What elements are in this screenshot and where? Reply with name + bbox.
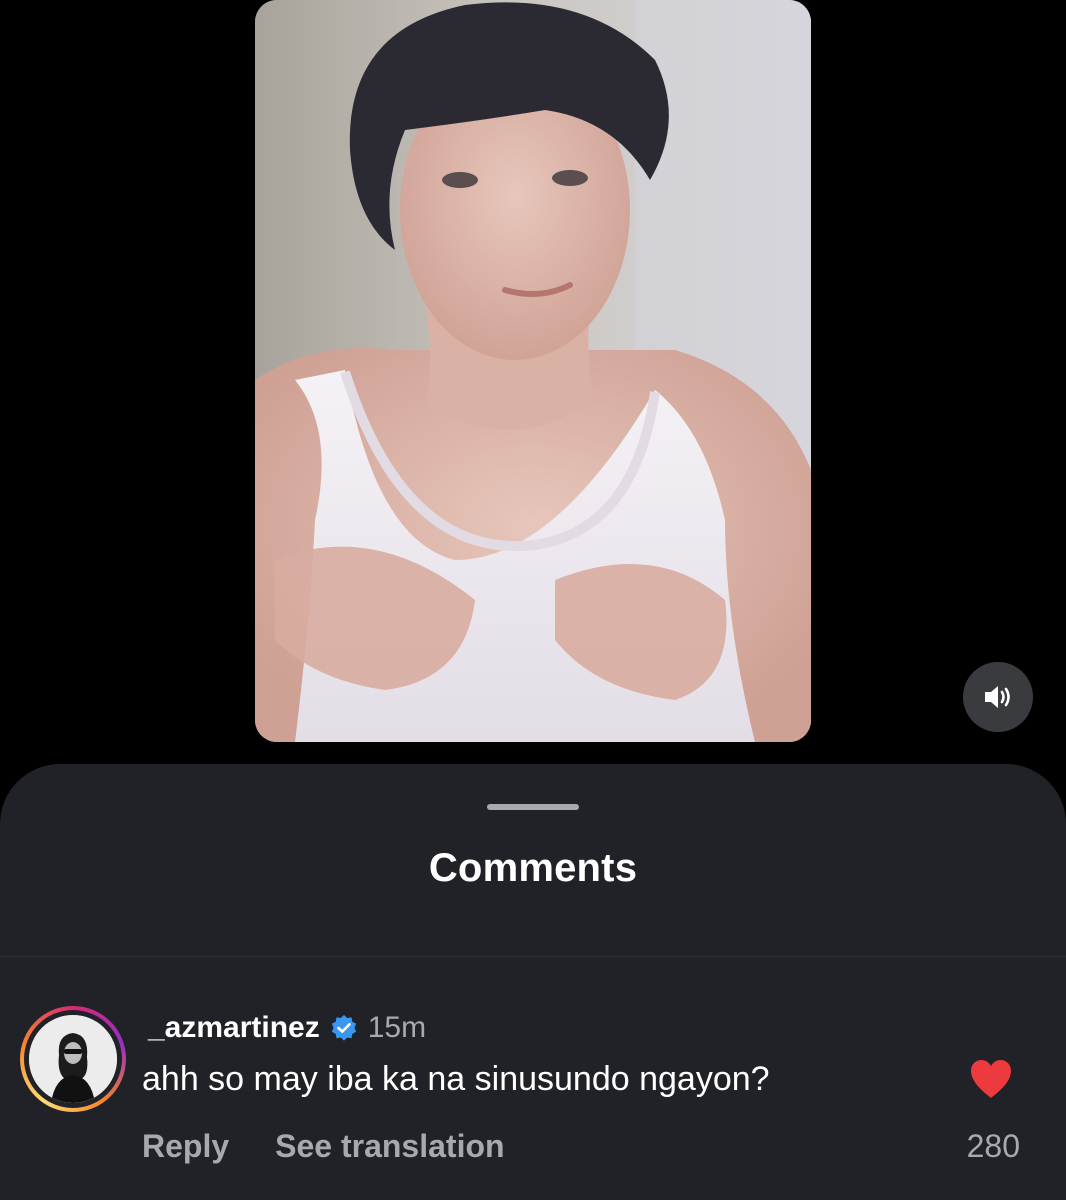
- like-count[interactable]: 280: [930, 1128, 1020, 1165]
- reply-button[interactable]: Reply: [142, 1128, 229, 1165]
- see-translation-button[interactable]: See translation: [275, 1128, 504, 1165]
- speaker-on-icon: [985, 686, 1010, 708]
- divider: [0, 956, 1066, 957]
- sheet-grab-handle[interactable]: [487, 804, 579, 810]
- reel-video-frame: [255, 0, 811, 742]
- comment-item: _azmartinez 15m ahh so may iba ka na sin…: [0, 994, 1066, 1194]
- comment-actions: Reply See translation: [142, 1128, 505, 1165]
- comment-header: _azmartinez 15m: [148, 1008, 426, 1048]
- comment-text: ahh so may iba ka na sinusundo ngayon?: [142, 1060, 770, 1098]
- avatar: [29, 1015, 117, 1103]
- sound-toggle-button[interactable]: [963, 662, 1033, 732]
- reel-screen: Comments _azmartinez 15m ahh so may iba …: [0, 0, 1066, 1200]
- heart-filled-icon[interactable]: [968, 1058, 1014, 1100]
- avatar-story-ring[interactable]: [20, 1006, 126, 1112]
- comment-username[interactable]: _azmartinez: [148, 1011, 320, 1045]
- comment-timestamp: 15m: [367, 1011, 427, 1044]
- verified-badge-icon: [331, 1015, 356, 1041]
- reel-video[interactable]: [255, 0, 811, 742]
- sheet-title: Comments: [428, 846, 638, 890]
- comments-sheet: Comments _azmartinez 15m ahh so may iba …: [0, 764, 1066, 1200]
